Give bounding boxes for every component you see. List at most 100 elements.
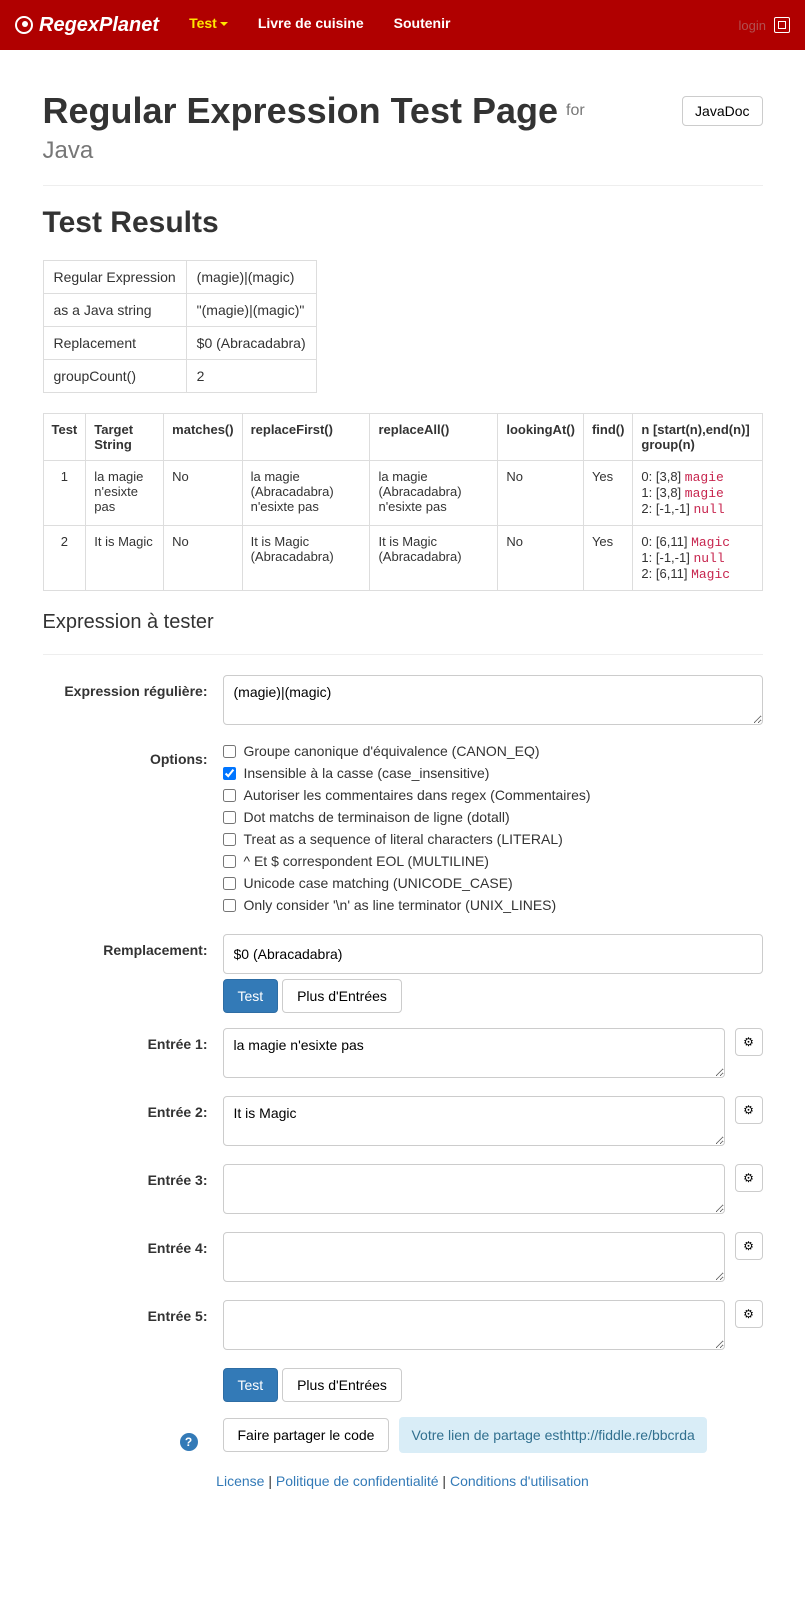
planet-icon	[15, 16, 33, 34]
form-row-input: Entrée 3: ⚙	[43, 1164, 763, 1217]
summary-row: as a Java string"(magie)|(magic)"	[43, 294, 316, 327]
share-url-link[interactable]: http://fiddle.re/bbcrda	[563, 1427, 695, 1443]
cell-replaceall: It is Magic (Abracadabra)	[370, 526, 498, 591]
summary-label: as a Java string	[43, 294, 186, 327]
brand-text: RegexPlanet	[39, 14, 159, 37]
results-col-header: matches()	[164, 414, 242, 461]
input-cog-4[interactable]: ⚙	[735, 1232, 763, 1260]
test-button[interactable]: Test	[223, 979, 279, 1013]
cell-test: 2	[43, 526, 86, 591]
option-checkbox-0[interactable]	[223, 745, 236, 758]
option-label: Unicode case matching (UNICODE_CASE)	[244, 875, 513, 891]
cell-matches: No	[164, 461, 242, 526]
cell-replacefirst: la magie (Abracadabra) n'esixte pas	[242, 461, 370, 526]
input-4[interactable]	[223, 1232, 725, 1282]
option-checkbox-3[interactable]	[223, 811, 236, 824]
javadoc-button[interactable]: JavaDoc	[682, 96, 762, 126]
more-inputs-button-2[interactable]: Plus d'Entrées	[282, 1368, 402, 1402]
option-item: Only consider '\n' as line terminator (U…	[223, 897, 763, 913]
login-icon[interactable]	[774, 17, 790, 33]
label-replacement: Remplacement:	[43, 934, 223, 1013]
navbar-left: RegexPlanet Test Livre de cuisine Souten…	[0, 0, 465, 50]
brand-link[interactable]: RegexPlanet	[0, 14, 174, 37]
summary-table: Regular Expression(magie)|(magic)as a Ja…	[43, 260, 317, 393]
help-icon[interactable]: ?	[180, 1433, 198, 1451]
page-title-for: for	[566, 102, 585, 120]
form-row-input: Entrée 2: It is Magic ⚙	[43, 1096, 763, 1149]
form-title: Expression à tester	[43, 611, 763, 634]
cog-icon: ⚙	[743, 1307, 754, 1321]
option-item: Treat as a sequence of literal character…	[223, 831, 763, 847]
input-5[interactable]	[223, 1300, 725, 1350]
option-checkbox-4[interactable]	[223, 833, 236, 846]
option-checkbox-7[interactable]	[223, 899, 236, 912]
cell-lookingat: No	[498, 461, 584, 526]
nav-items: Test Livre de cuisine Soutenir	[174, 0, 465, 50]
regex-input[interactable]	[223, 675, 763, 725]
input-2[interactable]: It is Magic	[223, 1096, 725, 1146]
label-regex: Expression régulière:	[43, 675, 223, 728]
page-subtitle: Java	[43, 137, 763, 165]
input-cog-3[interactable]: ⚙	[735, 1164, 763, 1192]
option-item: Unicode case matching (UNICODE_CASE)	[223, 875, 763, 891]
summary-label: groupCount()	[43, 360, 186, 393]
summary-value: (magie)|(magic)	[186, 261, 316, 294]
summary-label: Replacement	[43, 327, 186, 360]
summary-value: $0 (Abracadabra)	[186, 327, 316, 360]
option-checkbox-1[interactable]	[223, 767, 236, 780]
option-checkbox-2[interactable]	[223, 789, 236, 802]
results-title: Test Results	[43, 206, 763, 240]
option-label: Only consider '\n' as line terminator (U…	[244, 897, 557, 913]
divider	[43, 185, 763, 186]
test-button-2[interactable]: Test	[223, 1368, 279, 1402]
results-col-header: n [start(n),end(n)] group(n)	[633, 414, 762, 461]
label-input-3: Entrée 3:	[43, 1164, 223, 1217]
input-cog-5[interactable]: ⚙	[735, 1300, 763, 1328]
footer-terms[interactable]: Conditions d'utilisation	[450, 1473, 589, 1489]
option-checkbox-5[interactable]	[223, 855, 236, 868]
cell-find: Yes	[583, 461, 632, 526]
footer-license[interactable]: License	[216, 1473, 264, 1489]
results-col-header: Target String	[86, 414, 164, 461]
cell-target: It is Magic	[86, 526, 164, 591]
cog-icon: ⚙	[743, 1103, 754, 1117]
option-label: Treat as a sequence of literal character…	[244, 831, 563, 847]
navbar: RegexPlanet Test Livre de cuisine Souten…	[0, 0, 805, 50]
footer-privacy[interactable]: Politique de confidentialité	[276, 1473, 439, 1489]
results-col-header: find()	[583, 414, 632, 461]
summary-value: "(magie)|(magic)"	[186, 294, 316, 327]
results-col-header: replaceAll()	[370, 414, 498, 461]
cell-matches: No	[164, 526, 242, 591]
option-label: Dot matchs de terminaison de ligne (dota…	[244, 809, 510, 825]
form-row-input: Entrée 1: la magie n'esixte pas ⚙	[43, 1028, 763, 1081]
nav-item-support[interactable]: Soutenir	[379, 0, 466, 50]
input-cog-2[interactable]: ⚙	[735, 1096, 763, 1124]
form-row-share: ? Faire partager le code Votre lien de p…	[43, 1417, 763, 1453]
cell-replaceall: la magie (Abracadabra) n'esixte pas	[370, 461, 498, 526]
input-3[interactable]	[223, 1164, 725, 1214]
nav-item-cookbook[interactable]: Livre de cuisine	[243, 0, 379, 50]
input-1[interactable]: la magie n'esixte pas	[223, 1028, 725, 1078]
divider	[43, 654, 763, 655]
cell-find: Yes	[583, 526, 632, 591]
login-link[interactable]: login	[739, 18, 766, 33]
summary-row: Replacement$0 (Abracadabra)	[43, 327, 316, 360]
results-col-header: Test	[43, 414, 86, 461]
input-cog-1[interactable]: ⚙	[735, 1028, 763, 1056]
replacement-input[interactable]	[223, 934, 763, 974]
nav-item-test[interactable]: Test	[174, 0, 243, 50]
caret-icon	[220, 22, 228, 26]
option-checkbox-6[interactable]	[223, 877, 236, 890]
share-button[interactable]: Faire partager le code	[223, 1418, 390, 1452]
footer: License | Politique de confidentialité |…	[43, 1473, 763, 1489]
option-item: Groupe canonique d'équivalence (CANON_EQ…	[223, 743, 763, 759]
cell-groups: 0: [3,8] magie1: [3,8] magie2: [-1,-1] n…	[633, 461, 762, 526]
label-input-2: Entrée 2:	[43, 1096, 223, 1149]
option-item: Insensible à la casse (case_insensitive)	[223, 765, 763, 781]
summary-value: 2	[186, 360, 316, 393]
page-title-row: Regular Expression Test Page for JavaDoc	[43, 90, 763, 132]
label-options: Options:	[43, 743, 223, 919]
more-inputs-button[interactable]: Plus d'Entrées	[282, 979, 402, 1013]
cell-test: 1	[43, 461, 86, 526]
results-row: 1 la magie n'esixte pas No la magie (Abr…	[43, 461, 762, 526]
